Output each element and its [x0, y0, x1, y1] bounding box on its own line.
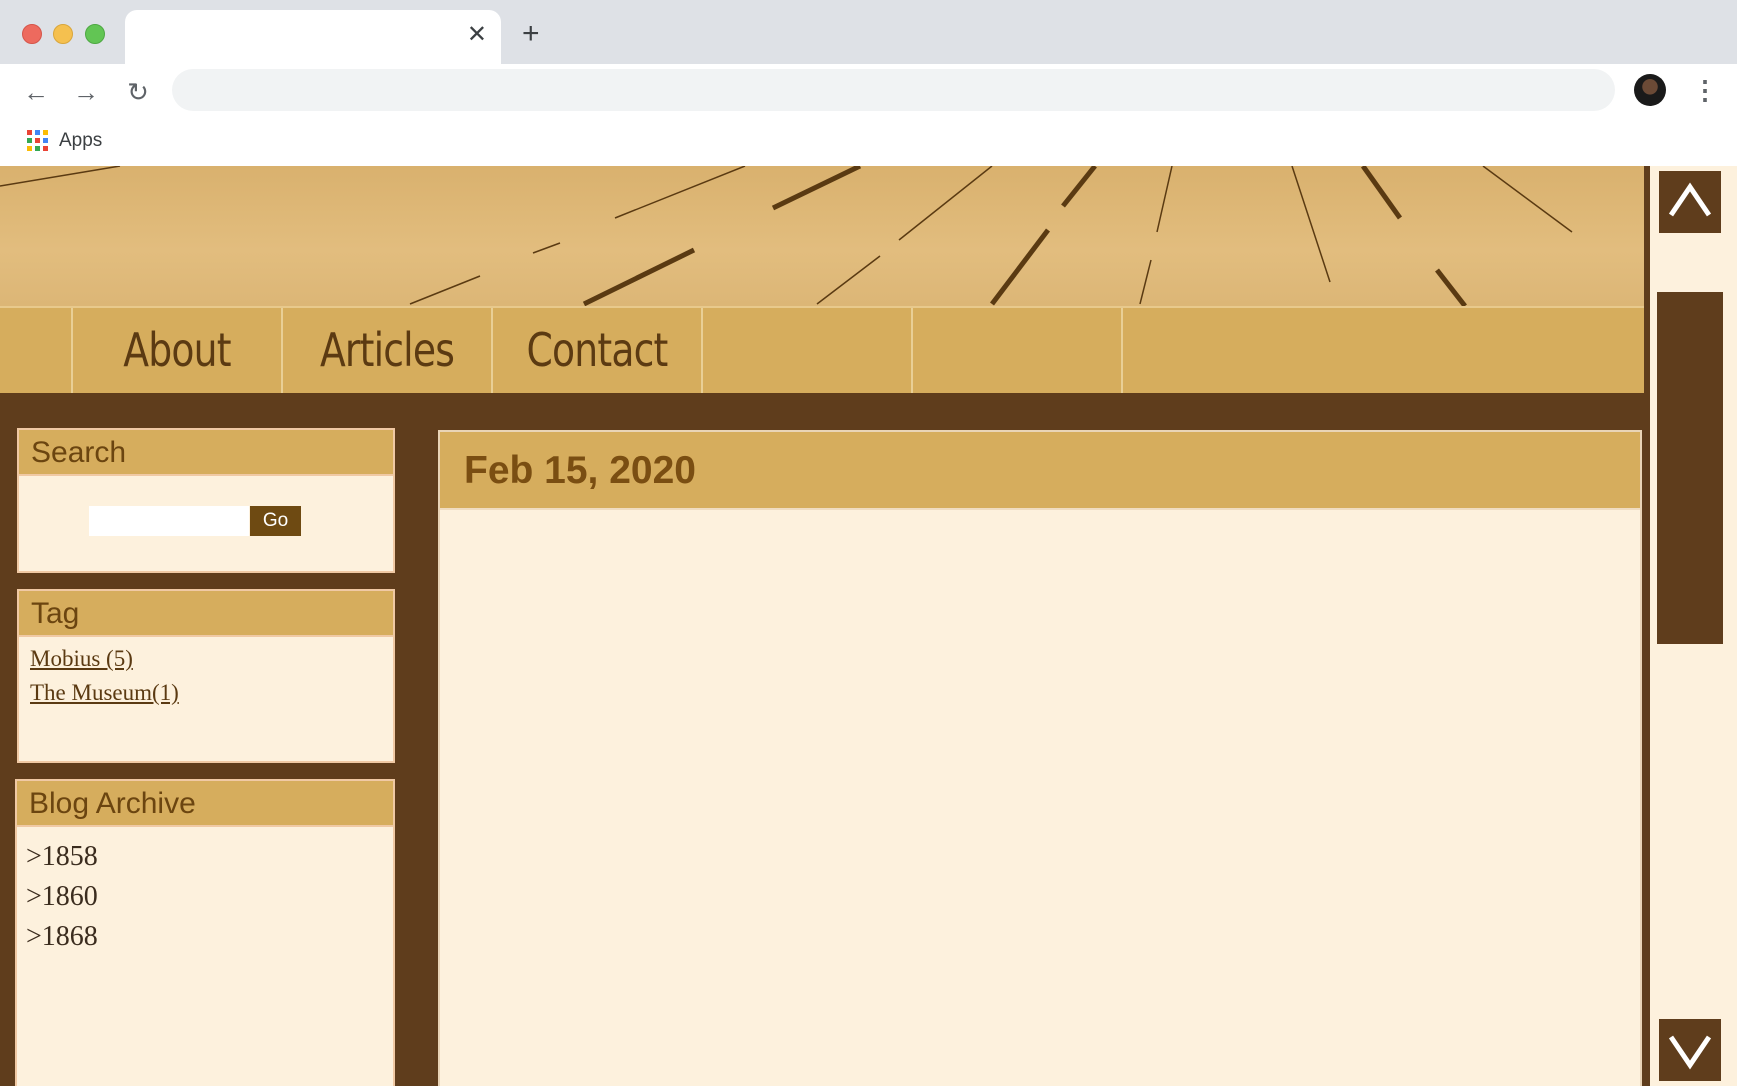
back-arrow-icon[interactable]: ←	[20, 76, 52, 108]
nav-item-blank-start[interactable]	[0, 308, 71, 393]
scroll-down-arrow-icon[interactable]	[1659, 1019, 1721, 1081]
nav-item-empty-2[interactable]	[911, 308, 1121, 393]
tag-widget-header: Tag	[19, 591, 393, 637]
main-navigation: About Articles Contact	[0, 306, 1644, 393]
scroll-up-arrow-icon[interactable]	[1659, 171, 1721, 233]
nav-label	[1170, 308, 1599, 393]
post-panel: Feb 15, 2020	[438, 430, 1642, 1086]
search-widget-header: Search	[19, 430, 393, 476]
browser-tab[interactable]: ✕	[125, 10, 501, 64]
nav-label	[6, 308, 64, 393]
reload-icon[interactable]: ↻	[122, 76, 154, 108]
tag-widget: Tag Mobius (5) The Museum(1)	[17, 589, 395, 763]
nav-item-articles[interactable]: Articles	[281, 308, 491, 393]
scrollbar-thumb[interactable]	[1657, 292, 1723, 644]
window-close-button[interactable]	[22, 24, 42, 44]
forward-arrow-icon[interactable]: →	[70, 76, 102, 108]
bookmarks-bar: Apps	[0, 120, 1737, 167]
apps-grid-icon[interactable]	[27, 130, 48, 151]
nav-label-contact: Contact	[526, 323, 668, 377]
nav-item-about[interactable]: About	[71, 308, 281, 393]
browser-toolbar: ← → ↻ ⋮	[0, 64, 1737, 120]
close-tab-icon[interactable]: ✕	[467, 23, 487, 47]
search-input[interactable]	[89, 506, 249, 536]
window-minimize-button[interactable]	[53, 24, 73, 44]
browser-tabstrip: ✕ +	[0, 0, 1737, 64]
archive-item-1868[interactable]: >1868	[26, 921, 98, 953]
blog-archive-widget: Blog Archive >1858 >1860 >1868	[15, 779, 395, 1086]
search-go-button[interactable]: Go	[250, 506, 301, 536]
tag-link-mobius[interactable]: Mobius (5)	[30, 646, 133, 672]
window-maximize-button[interactable]	[85, 24, 105, 44]
post-date: Feb 15, 2020	[464, 449, 696, 492]
nav-label-about: About	[123, 323, 231, 377]
nav-label	[722, 308, 893, 393]
header-banner	[0, 166, 1644, 306]
banner-rays-decoration	[0, 166, 1573, 306]
blog-archive-header: Blog Archive	[17, 781, 393, 827]
profile-avatar-icon[interactable]	[1634, 74, 1666, 106]
nav-item-empty-1[interactable]	[701, 308, 911, 393]
search-widget: Search Go	[17, 428, 395, 573]
blog-archive-title: Blog Archive	[29, 787, 196, 820]
nav-item-contact[interactable]: Contact	[491, 308, 701, 393]
archive-item-1858[interactable]: >1858	[26, 841, 98, 873]
nav-label-articles: Articles	[319, 323, 455, 377]
web-page: About Articles Contact Search Go Tag Mob…	[0, 166, 1644, 1086]
nav-item-empty-3[interactable]	[1121, 308, 1644, 393]
new-tab-icon[interactable]: +	[522, 19, 540, 49]
search-widget-title: Search	[31, 436, 127, 469]
address-bar[interactable]	[172, 69, 1615, 111]
archive-item-1860[interactable]: >1860	[26, 881, 98, 913]
nav-label	[932, 308, 1103, 393]
browser-menu-icon[interactable]: ⋮	[1692, 74, 1718, 106]
tag-widget-title: Tag	[31, 597, 80, 630]
tag-link-the-museum[interactable]: The Museum(1)	[30, 680, 179, 706]
bookmark-apps-label[interactable]: Apps	[59, 130, 102, 152]
post-header: Feb 15, 2020	[440, 432, 1640, 510]
